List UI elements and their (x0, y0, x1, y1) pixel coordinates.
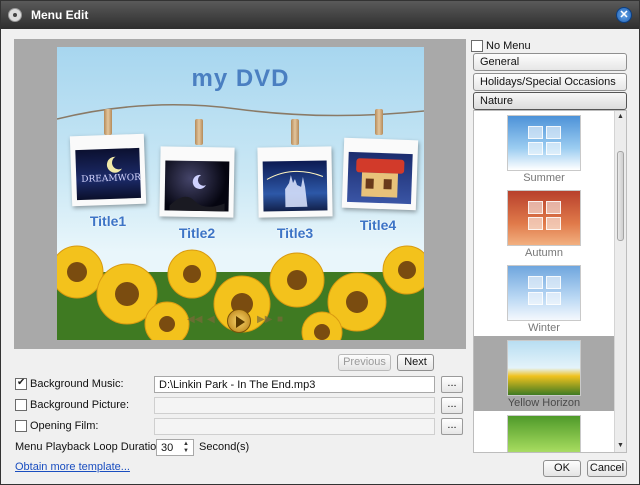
stepper-arrows-icon[interactable]: ▲ ▼ (183, 441, 192, 455)
loop-duration-stepper[interactable]: 30 ▲ ▼ (156, 439, 194, 456)
template-name: Autumn (525, 247, 563, 259)
opening-film-label: Opening Film: (30, 420, 99, 432)
template-name: Summer (523, 172, 565, 184)
dvd-menu-title: my DVD (191, 65, 290, 92)
svg-text:DREAMWORKS: DREAMWORKS (81, 172, 141, 185)
menu-preview: my DVD DREAMWORKS Title1 Title2 Title3 T… (57, 47, 424, 340)
background-picture-browse-button[interactable]: ... (441, 397, 463, 414)
clothespin (195, 119, 203, 145)
clothesline (57, 104, 424, 120)
loop-duration-label: Menu Playback Loop Duration: (15, 441, 166, 453)
template-thumbnail (507, 340, 581, 396)
next-chapter-icon[interactable]: ▶▶ (257, 314, 275, 328)
play-icon[interactable] (227, 309, 251, 333)
cancel-button[interactable]: Cancel (587, 460, 627, 477)
template-grid-icon (528, 201, 562, 231)
template-thumbnail (507, 265, 581, 321)
menu-edit-dialog: Menu Edit ✕ my DVD DREAMWORKS Title1 Tit… (0, 0, 640, 485)
opening-film-checkbox[interactable] (15, 420, 27, 432)
clothespin (291, 119, 299, 145)
category-nature[interactable]: Nature (473, 92, 627, 110)
template-thumbnail (507, 415, 581, 452)
title1-thumbnail[interactable]: DREAMWORKS (69, 133, 154, 207)
title1-label[interactable]: Title1 (63, 213, 153, 229)
template-summer[interactable]: Summer (474, 111, 614, 186)
template-green[interactable] (474, 411, 614, 452)
template-winter[interactable]: Winter (474, 261, 614, 336)
background-picture-checkbox[interactable] (15, 399, 27, 411)
title-bar: Menu Edit ✕ (1, 1, 639, 29)
app-disc-icon (8, 8, 22, 22)
loop-duration-value: 30 (161, 442, 174, 454)
background-music-path-input[interactable]: D:\Linkin Park - In The End.mp3 (154, 376, 435, 393)
title2-thumbnail[interactable] (159, 146, 235, 218)
next-button[interactable]: Next (397, 354, 434, 371)
category-holidays[interactable]: Holidays/Special Occasions (473, 73, 627, 91)
title4-label[interactable]: Title4 (333, 217, 423, 233)
template-list: Summer Autumn Winter Yellow Horizon ▲ ▼ (473, 110, 627, 453)
background-music-label: Background Music: (30, 378, 124, 390)
scroll-up-icon[interactable]: ▲ (615, 111, 626, 123)
category-general[interactable]: General (473, 53, 627, 71)
clothespin (375, 109, 383, 135)
ok-button[interactable]: OK (543, 460, 581, 477)
clothespin (104, 109, 112, 135)
template-sidebar: No Menu General Holidays/Special Occasio… (471, 38, 629, 453)
template-yellow-horizon[interactable]: Yellow Horizon (474, 336, 614, 411)
template-autumn[interactable]: Autumn (474, 186, 614, 261)
title4-thumbnail[interactable] (341, 137, 419, 211)
background-music-checkbox[interactable] (15, 377, 27, 390)
template-grid-icon (528, 126, 562, 156)
background-picture-path-input[interactable] (154, 397, 435, 414)
template-thumbnail (507, 190, 581, 246)
previous-chapter-icon[interactable]: ◀◀ (187, 314, 205, 328)
stop-icon[interactable]: ■ (277, 314, 295, 328)
scroll-down-icon[interactable]: ▼ (615, 440, 626, 452)
previous-button[interactable]: Previous (338, 354, 391, 371)
background-picture-label: Background Picture: (30, 399, 130, 411)
template-thumbnail (507, 115, 581, 171)
template-name: Winter (528, 322, 560, 334)
template-list-scrollbar[interactable]: ▲ ▼ (614, 111, 626, 452)
title3-thumbnail[interactable] (257, 146, 333, 218)
template-name: Yellow Horizon (507, 397, 581, 409)
opening-film-path-input[interactable] (154, 418, 435, 435)
scroll-thumb[interactable] (617, 151, 624, 241)
playback-controls: ◀◀ ◀ ▶▶ ■ (187, 309, 297, 333)
rewind-icon[interactable]: ◀ (207, 314, 225, 328)
window-title: Menu Edit (31, 8, 89, 22)
template-grid-icon (528, 276, 562, 306)
no-menu-checkbox[interactable] (471, 40, 483, 52)
loop-duration-unit: Second(s) (199, 441, 250, 453)
background-music-browse-button[interactable]: ... (441, 376, 463, 393)
opening-film-browse-button[interactable]: ... (441, 418, 463, 435)
close-button[interactable]: ✕ (616, 7, 632, 23)
menu-preview-frame: my DVD DREAMWORKS Title1 Title2 Title3 T… (14, 39, 466, 349)
obtain-more-template-link[interactable]: Obtain more template... (15, 461, 130, 473)
no-menu-label: No Menu (486, 40, 531, 52)
